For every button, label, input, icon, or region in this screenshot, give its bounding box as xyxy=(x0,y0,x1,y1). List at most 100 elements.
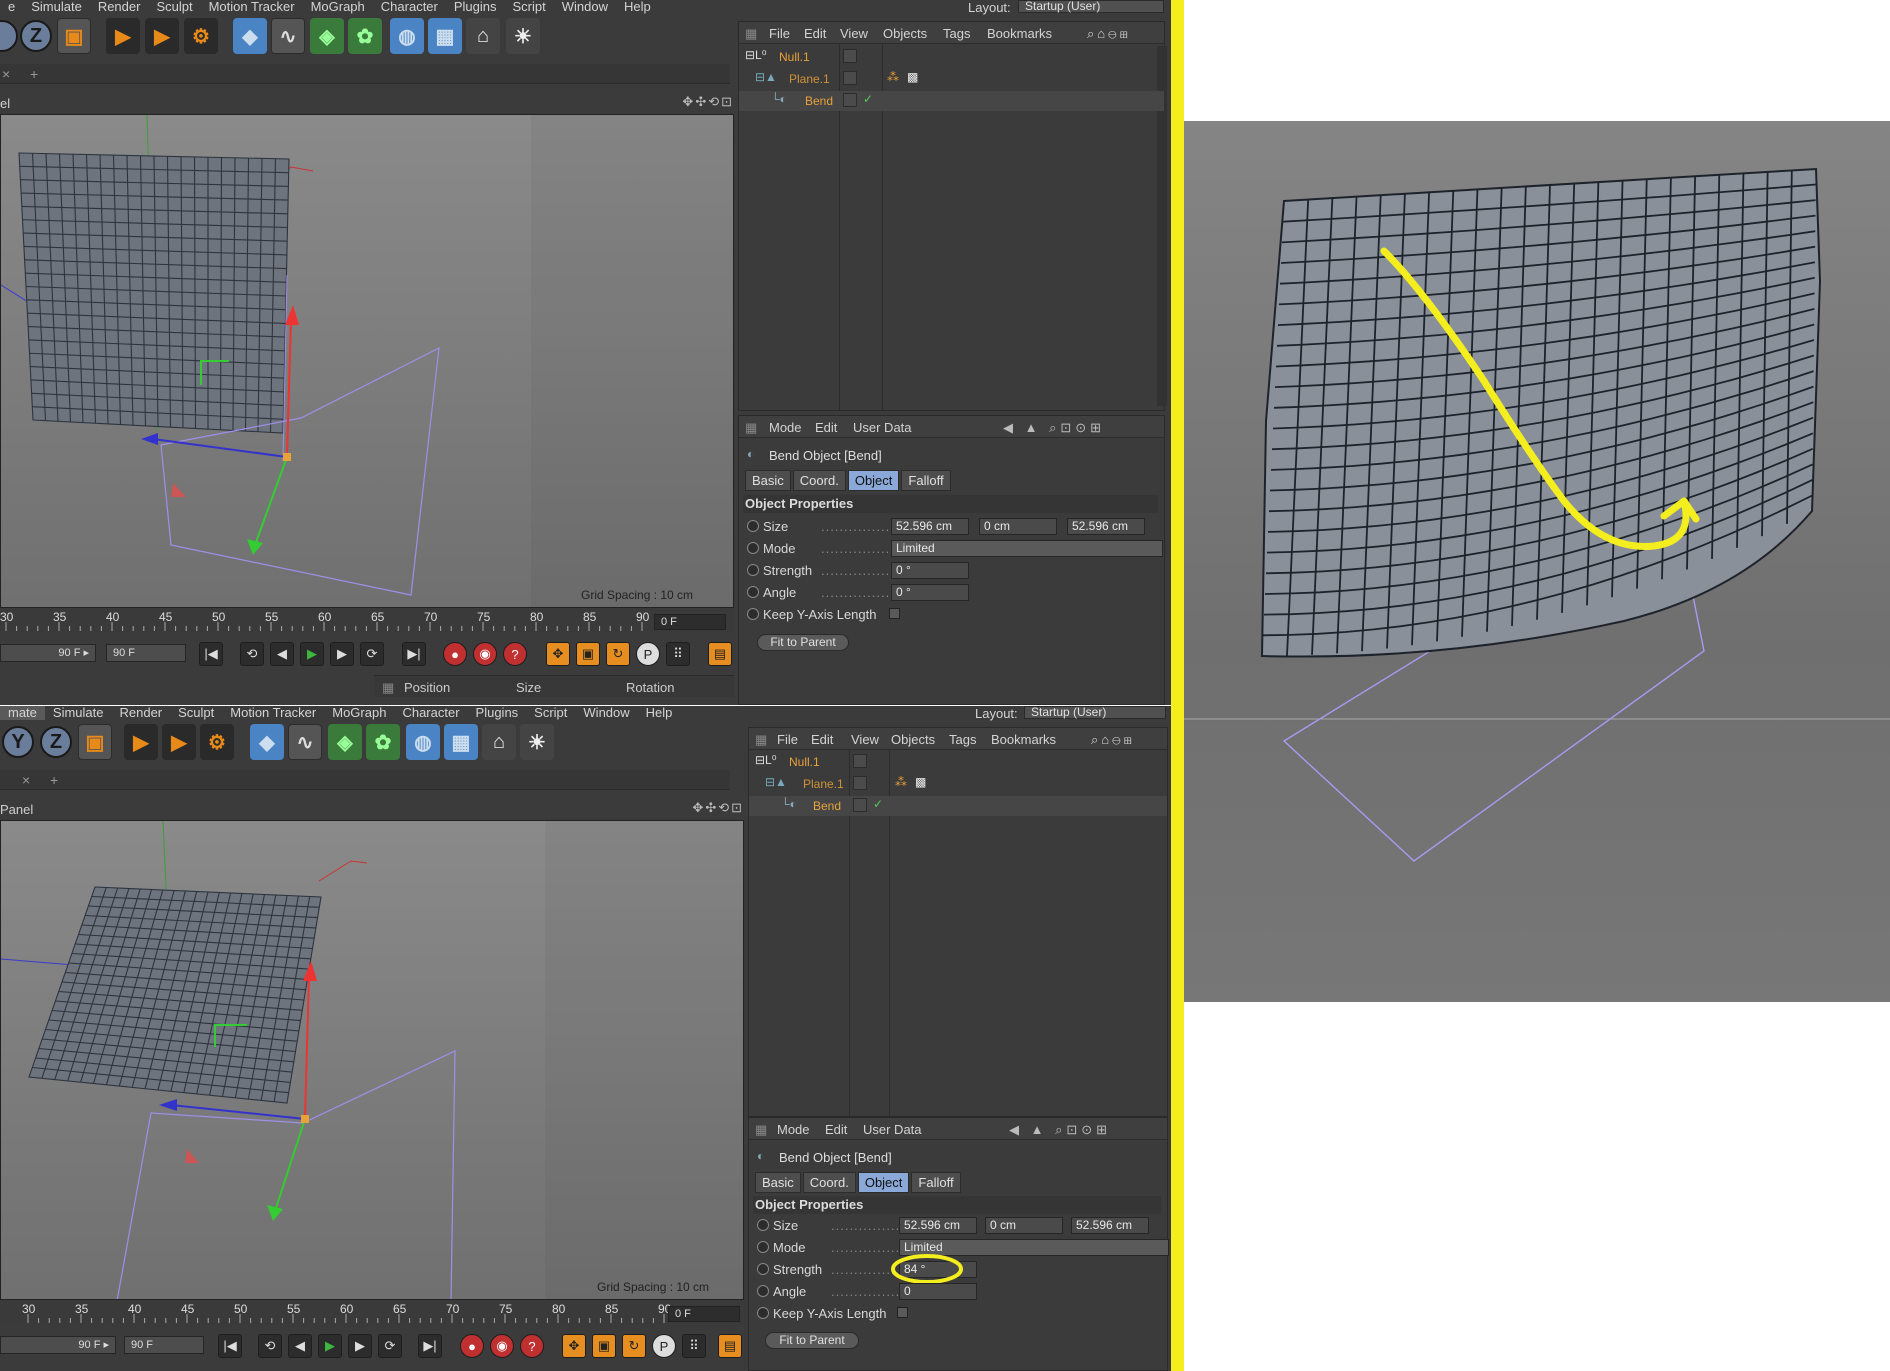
tab-coord[interactable]: Coord. xyxy=(802,1172,856,1193)
animate-radio[interactable] xyxy=(757,1263,769,1275)
menu-item[interactable]: MoGraph xyxy=(324,706,394,720)
object-name[interactable]: Bend xyxy=(813,799,841,813)
previous-key-icon[interactable]: ⟲ xyxy=(240,642,264,666)
render-view-icon[interactable]: ▶ xyxy=(124,724,158,760)
animate-radio[interactable] xyxy=(757,1219,769,1231)
om-menu-bookmarks[interactable]: Bookmarks xyxy=(991,732,1056,747)
max-frame-field[interactable]: 90 F xyxy=(106,644,186,662)
om-menu-objects[interactable]: Objects xyxy=(891,732,935,747)
viewport-perspective[interactable]: Grid Spacing : 10 cm xyxy=(0,820,744,1300)
layer-visibility-icon[interactable] xyxy=(843,71,857,85)
om-menu-view[interactable]: View xyxy=(851,732,879,747)
om-search-home-icons[interactable]: ⌕⌂⊖⊞ xyxy=(1087,26,1131,42)
keyframe-selection-icon[interactable]: ? xyxy=(520,1334,544,1358)
fit-to-parent-button[interactable]: Fit to Parent xyxy=(765,1332,859,1349)
layer-visibility-icon[interactable] xyxy=(853,776,867,790)
animate-radio[interactable] xyxy=(747,564,759,576)
tab-coord[interactable]: Coord. xyxy=(792,470,846,491)
timeline-icon[interactable]: ▤ xyxy=(718,1334,742,1358)
render-settings-icon[interactable]: ⚙ xyxy=(184,18,218,54)
record-icon[interactable]: ● xyxy=(460,1334,484,1358)
object-name[interactable]: Null.1 xyxy=(779,50,810,64)
tab-basic[interactable]: Basic xyxy=(755,1172,801,1193)
am-nav-icons[interactable]: ◀ ▲ ⌕⊡⊙⊞ xyxy=(1003,420,1105,436)
om-menu-file[interactable]: File xyxy=(769,26,790,41)
cube-primitive-icon[interactable]: ◆ xyxy=(233,18,267,54)
cube-primitive-icon[interactable]: ◆ xyxy=(250,724,284,760)
close-tab-icon[interactable]: × xyxy=(2,66,10,82)
object-row-bend[interactable]: └◐ Bend ✓ xyxy=(739,91,1164,111)
layer-visibility-icon[interactable] xyxy=(843,93,857,107)
cloner-icon[interactable]: ✿ xyxy=(366,724,400,760)
current-frame-field[interactable]: 0 F xyxy=(654,614,726,630)
size-x-field[interactable]: 52.596 cm xyxy=(891,518,969,535)
subdivision-surface-icon[interactable]: ◈ xyxy=(328,724,362,760)
size-z-field[interactable]: 52.596 cm xyxy=(1067,518,1145,535)
angle-field[interactable]: 0 xyxy=(899,1283,977,1300)
timeline-icon[interactable]: ▤ xyxy=(708,642,732,666)
play-icon[interactable]: ▶ xyxy=(300,642,324,666)
menu-item[interactable]: Window xyxy=(575,706,637,720)
layout-select[interactable]: Startup (User) xyxy=(1024,706,1166,719)
menu-item[interactable]: Plugins xyxy=(468,706,527,720)
am-menu-edit[interactable]: Edit xyxy=(825,1122,847,1137)
menu-item[interactable]: Script xyxy=(526,706,575,720)
om-menu-objects[interactable]: Objects xyxy=(883,26,927,41)
om-menu-file[interactable]: File xyxy=(777,732,798,747)
menu-item[interactable]: Help xyxy=(616,0,659,14)
layout-select[interactable]: Startup (User) xyxy=(1018,0,1164,13)
deformer-icon[interactable]: ◍ xyxy=(390,18,424,54)
record-icon[interactable]: ● xyxy=(443,642,467,666)
object-row-plane[interactable]: ⊟▲ Plane.1 ⁂ ▩ xyxy=(739,69,1164,89)
min-frame-field[interactable]: 90 F ▸ xyxy=(0,644,96,662)
render-settings-icon[interactable]: ⚙ xyxy=(200,724,234,760)
animate-radio[interactable] xyxy=(747,542,759,554)
z-axis-lock-icon[interactable]: Z xyxy=(20,20,52,52)
tab-falloff[interactable]: Falloff xyxy=(911,1172,961,1193)
autokey-icon[interactable]: ◉ xyxy=(473,642,497,666)
menu-item[interactable]: e xyxy=(0,0,23,14)
size-x-field[interactable]: 52.596 cm xyxy=(899,1217,977,1234)
current-frame-field[interactable]: 0 F xyxy=(668,1306,740,1322)
go-to-start-icon[interactable]: |◀ xyxy=(218,1334,242,1358)
menu-item[interactable]: Sculpt xyxy=(170,706,222,720)
key-pla-icon[interactable]: ⠿ xyxy=(666,642,690,666)
om-menu-tags[interactable]: Tags xyxy=(949,732,976,747)
key-parameter-icon[interactable]: P xyxy=(652,1334,676,1358)
key-rotation-icon[interactable]: ↻ xyxy=(606,642,630,666)
y-axis-lock-icon[interactable]: Y xyxy=(2,726,34,758)
layer-visibility-icon[interactable] xyxy=(853,754,867,768)
viewport-navigation-icons[interactable]: ✥✣⟲⊡ xyxy=(682,94,734,110)
go-to-end-icon[interactable]: ▶| xyxy=(402,642,426,666)
menu-item[interactable]: Render xyxy=(90,0,149,14)
render-picture-viewer-icon[interactable]: ▶ xyxy=(145,18,179,54)
am-menu-userdata[interactable]: User Data xyxy=(863,1122,922,1137)
key-parameter-icon[interactable]: P xyxy=(636,642,660,666)
tab-basic[interactable]: Basic xyxy=(745,470,791,491)
max-frame-field[interactable]: 90 F xyxy=(124,1336,204,1354)
key-scale-icon[interactable]: ▣ xyxy=(576,642,600,666)
key-position-icon[interactable]: ✥ xyxy=(562,1334,586,1358)
animate-radio[interactable] xyxy=(747,520,759,532)
menu-item[interactable]: Plugins xyxy=(446,0,505,14)
coordinate-system-icon[interactable]: ▣ xyxy=(78,724,112,760)
key-rotation-icon[interactable]: ↻ xyxy=(622,1334,646,1358)
min-frame-field[interactable]: 90 F ▸ xyxy=(0,1336,116,1354)
step-forward-icon[interactable]: ▶ xyxy=(348,1334,372,1358)
light-icon[interactable]: ☀ xyxy=(520,724,554,760)
om-menu-bookmarks[interactable]: Bookmarks xyxy=(987,26,1052,41)
menu-item[interactable]: Render xyxy=(111,706,170,720)
layer-visibility-icon[interactable] xyxy=(843,49,857,63)
menu-item[interactable]: Simulate xyxy=(45,706,112,720)
animate-radio[interactable] xyxy=(747,608,759,620)
timeline-ruler[interactable]: 30 35 40 45 50 55 60 65 70 75 80 85 90 0 F xyxy=(0,1300,744,1324)
spline-pen-icon[interactable]: ∿ xyxy=(288,724,322,760)
light-icon[interactable]: ☀ xyxy=(506,18,540,54)
material-tag-icon[interactable]: ▩ xyxy=(915,775,926,789)
object-name[interactable]: Null.1 xyxy=(789,755,820,769)
close-tab-icon[interactable]: × xyxy=(22,772,30,788)
mode-dropdown[interactable]: Limited xyxy=(891,540,1163,557)
camera-icon[interactable]: ⌂ xyxy=(466,18,500,54)
animate-radio[interactable] xyxy=(757,1241,769,1253)
size-z-field[interactable]: 52.596 cm xyxy=(1071,1217,1149,1234)
